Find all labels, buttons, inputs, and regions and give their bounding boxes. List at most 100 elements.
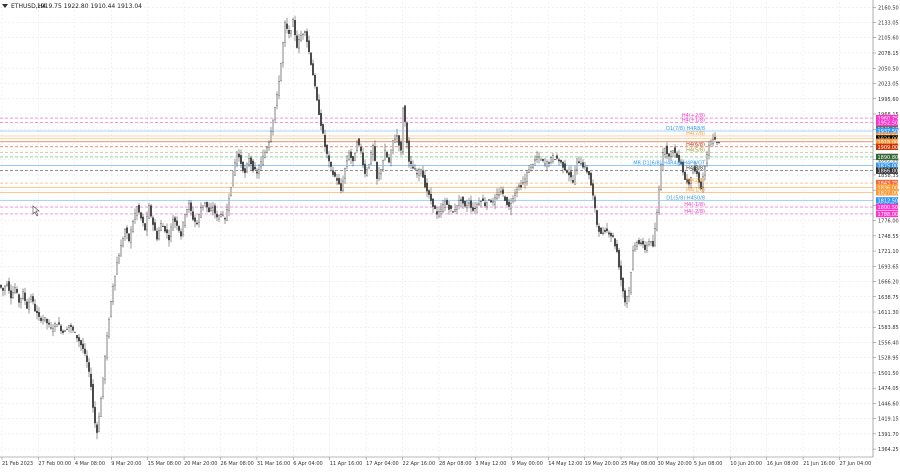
- candle-body: [432, 198, 434, 207]
- candle-body: [254, 166, 256, 170]
- candle-body: [196, 222, 198, 225]
- candle-body: [526, 172, 528, 182]
- y-tick-label: 1583.85: [878, 325, 899, 331]
- x-tick-label: 15 Mar 08:00: [148, 461, 181, 467]
- candle-body: [710, 140, 712, 146]
- candle-body: [502, 189, 504, 194]
- candle-body: [248, 158, 250, 166]
- candle-body: [632, 250, 634, 270]
- candle-body: [528, 169, 530, 174]
- candle-body: [218, 214, 220, 220]
- price-tag-label: 1800.50: [878, 205, 899, 211]
- y-tick-label: 1666.20: [878, 280, 899, 286]
- candle-body: [100, 398, 102, 417]
- candle-body: [300, 34, 302, 42]
- price-tag-label: 1866.00: [878, 169, 899, 175]
- candle-body: [542, 159, 544, 161]
- candle-body: [572, 180, 574, 183]
- candle-body: [110, 301, 112, 317]
- candle-body: [276, 94, 278, 107]
- candle-body: [616, 243, 618, 252]
- candle-body: [668, 153, 670, 157]
- price-tag-label: 1788.00: [878, 212, 899, 218]
- candle-body: [172, 219, 174, 231]
- candle-body: [288, 30, 290, 34]
- candle-body: [402, 108, 404, 153]
- candle-body: [158, 230, 160, 240]
- candle-body: [564, 163, 566, 171]
- candle-body: [676, 153, 678, 158]
- candle-body: [244, 168, 246, 174]
- candle-body: [82, 343, 84, 349]
- candle-body: [252, 160, 254, 171]
- y-tick-label: 1391.70: [878, 432, 899, 438]
- candle-body: [282, 42, 284, 63]
- candle-body: [262, 155, 264, 166]
- candle-body: [284, 22, 286, 43]
- candle-body: [578, 161, 580, 164]
- candle-body: [208, 207, 210, 213]
- candle-body: [236, 151, 238, 165]
- candle-body: [630, 272, 632, 293]
- candle-body: [312, 63, 314, 76]
- candle-body: [328, 155, 330, 162]
- candle-body: [508, 201, 510, 207]
- candle-body: [176, 220, 178, 226]
- candle-body: [270, 131, 272, 142]
- candle-body: [510, 203, 512, 210]
- candle-body: [650, 241, 652, 243]
- candle-body: [210, 208, 212, 211]
- candle-body: [520, 185, 522, 188]
- level-label: H4(2/8): [686, 178, 705, 184]
- candle-body: [574, 169, 576, 185]
- candle-body: [112, 285, 114, 302]
- candle-body: [212, 207, 214, 212]
- candle-body: [74, 331, 76, 333]
- candle-body: [240, 155, 242, 164]
- price-tag-label: 1909.00: [878, 145, 899, 151]
- candle-body: [514, 193, 516, 197]
- candle-body: [260, 161, 262, 168]
- candle-body: [264, 151, 266, 158]
- candle-body: [546, 161, 548, 167]
- candle-body: [70, 325, 72, 327]
- candle-body: [324, 134, 326, 147]
- candle-body: [384, 149, 386, 161]
- candlestick-chart[interactable]: H4(+2/8) H4(+1/8) D1(7/8) H4R8/8 H4(7/8) H4(…: [0, 0, 900, 468]
- candle-body: [534, 159, 536, 161]
- level-label: H4(-1/8): [684, 202, 705, 208]
- candle-body: [164, 226, 166, 232]
- candle-body: [230, 187, 232, 196]
- candle-body: [278, 81, 280, 96]
- candle-body: [42, 319, 44, 321]
- candle-body: [116, 262, 118, 275]
- candle-body: [648, 241, 650, 245]
- candle-body: [556, 155, 558, 159]
- x-tick-label: 9 May 00:00: [512, 461, 543, 467]
- candle-body: [494, 197, 496, 205]
- chart-canvas[interactable]: H4(+2/8)H4(+1/8)D1(7/8) H4R8/8H4(7/8)H4(…: [0, 0, 900, 468]
- candle-body: [712, 139, 714, 144]
- candle-body: [62, 330, 64, 333]
- candle-body: [296, 35, 298, 48]
- candle-body: [90, 373, 92, 387]
- candle-body: [636, 242, 638, 247]
- candle-body: [64, 330, 66, 332]
- y-tick-label: 1776.00: [878, 219, 899, 225]
- x-tick-label: 4 Mar 08:00: [75, 461, 105, 467]
- y-tick-label: 2105.60: [878, 36, 899, 42]
- candle-body: [358, 138, 360, 146]
- candle-body: [596, 210, 598, 225]
- candle-body: [570, 171, 572, 178]
- candle-body: [48, 322, 50, 325]
- candle-body: [380, 169, 382, 175]
- x-tick-label: 6 Apr 04:00: [293, 461, 322, 467]
- candle-body: [24, 292, 26, 301]
- candle-body: [562, 161, 564, 168]
- candle-body: [268, 142, 270, 148]
- header: ETHUSD,H4 1919.75 1922.80 1910.44 1913.0…: [2, 3, 142, 10]
- candle-body: [178, 225, 180, 231]
- candle-body: [506, 197, 508, 205]
- candle-body: [306, 31, 308, 42]
- candle-body: [464, 201, 466, 207]
